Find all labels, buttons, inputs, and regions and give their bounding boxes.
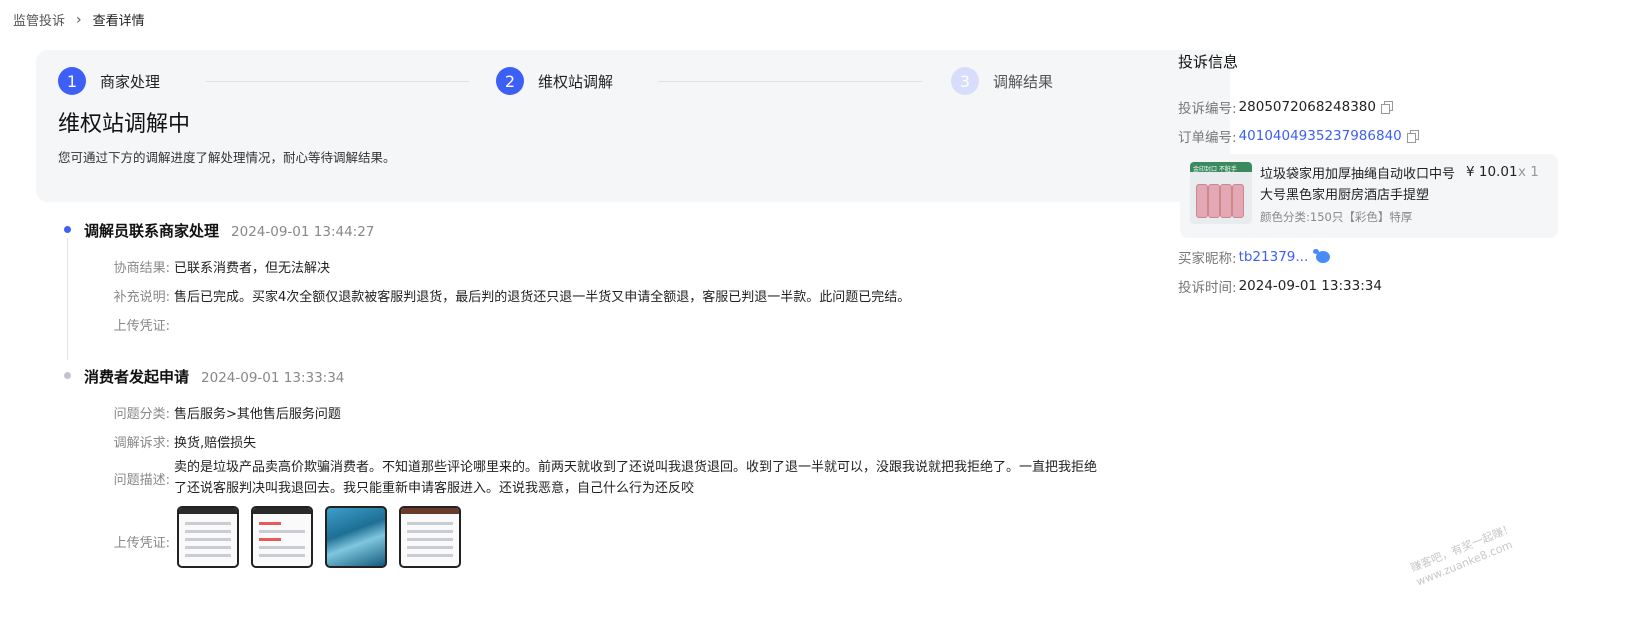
step-number: 1 <box>58 67 86 95</box>
product-name[interactable]: 垃圾袋家用加厚抽绳自动收口中号大号黑色家用厨房酒店手提塑 <box>1260 164 1456 206</box>
field-value: 卖的是垃圾产品卖高价欺骗消费者。不知道那些评论哪里来的。前两天就收到了还说叫我退… <box>174 460 1098 496</box>
breadcrumb-separator: › <box>76 11 82 28</box>
event-time: 2024-09-01 13:33:34 <box>201 370 345 386</box>
order-number-row: 订单编号: 4010404935237986840 <box>1178 126 1419 146</box>
buyer-row: 买家昵称: tb21379... <box>1178 247 1331 267</box>
timeline-dot-active <box>64 226 71 233</box>
field-key: 买家昵称: <box>1178 251 1237 267</box>
watermark: 赚客吧，有奖一起赚！ www.zuanke8.com <box>1408 520 1521 589</box>
field-key: 上传凭证: <box>113 536 170 551</box>
field-key: 问题描述: <box>113 472 170 488</box>
field-value: 换货,赔偿损失 <box>174 436 257 451</box>
evidence-thumbnails <box>177 506 461 568</box>
step-connector <box>658 81 922 82</box>
step-result: 3 调解结果 <box>951 67 1053 95</box>
step-label: 维权站调解 <box>538 72 614 91</box>
breadcrumb: 监管投诉 › 查看详情 <box>13 10 145 30</box>
breadcrumb-parent-link[interactable]: 监管投诉 <box>13 10 65 29</box>
evidence-image[interactable] <box>177 506 239 568</box>
field-evidence: 上传凭证: <box>110 532 174 551</box>
order-number-link[interactable]: 4010404935237986840 <box>1239 128 1402 144</box>
step-mediation: 2 维权站调解 <box>496 67 613 95</box>
breadcrumb-current: 查看详情 <box>92 14 145 29</box>
status-description: 您可通过下方的调解进度了解处理情况，耐心等待调解结果。 <box>58 150 396 165</box>
timeline-entry-title: 调解员联系商家处理 2024-09-01 13:44:27 <box>84 220 374 241</box>
product-card[interactable]: 金印封口 不脏手 垃圾袋家用加厚抽绳自动收口中号大号黑色家用厨房酒店手提塑 ¥ … <box>1180 154 1558 238</box>
product-attribute: 颜色分类:150只【彩色】特厚 <box>1260 210 1413 224</box>
field-key: 投诉时间: <box>1178 280 1237 296</box>
field-key: 补充说明: <box>113 290 170 305</box>
timeline-dot <box>64 372 71 379</box>
complaint-time-row: 投诉时间: 2024-09-01 13:33:34 <box>1178 276 1382 296</box>
step-label: 商家处理 <box>100 72 161 91</box>
field-value: 售后服务>其他售后服务问题 <box>174 407 341 422</box>
step-number: 3 <box>951 67 979 95</box>
field-category: 问题分类: 售后服务>其他售后服务问题 <box>110 403 341 422</box>
field-key: 协商结果: <box>113 261 170 276</box>
field-supplement: 补充说明: 售后已完成。买家4次全额仅退款被客服判退货，最后判的退货还只退一半货… <box>110 286 911 305</box>
product-quantity: x 1 <box>1518 164 1539 180</box>
field-key: 投诉编号: <box>1178 101 1237 117</box>
field-problem-description: 问题描述: 卖的是垃圾产品卖高价欺骗消费者。不知道那些评论哪里来的。前两天就收到… <box>110 457 1109 499</box>
field-evidence: 上传凭证: <box>110 315 174 334</box>
evidence-image[interactable] <box>399 506 461 568</box>
chat-icon[interactable] <box>1313 249 1331 263</box>
complaint-time: 2024-09-01 13:33:34 <box>1238 278 1382 294</box>
event-title: 消费者发起申请 <box>84 368 190 386</box>
copy-icon[interactable] <box>1406 130 1419 143</box>
complaint-number-row: 投诉编号: 2805072068248380 <box>1178 97 1393 117</box>
field-key: 上传凭证: <box>113 319 170 334</box>
field-demand: 调解诉求: 换货,赔偿损失 <box>110 432 257 451</box>
copy-icon[interactable] <box>1381 101 1393 114</box>
step-connector <box>206 81 469 82</box>
step-merchant-handle: 1 商家处理 <box>58 67 160 95</box>
step-number: 2 <box>496 67 524 95</box>
buyer-nickname-link[interactable]: tb21379... <box>1239 249 1309 265</box>
product-price: ¥ 10.01 <box>1466 164 1518 180</box>
event-time: 2024-09-01 13:44:27 <box>231 224 375 240</box>
evidence-image[interactable] <box>251 506 313 568</box>
timeline-line <box>67 238 68 360</box>
progress-card: 1 商家处理 2 维权站调解 3 调解结果 维权站调解中 您可通过下方的调解进度… <box>36 50 1230 202</box>
evidence-image[interactable] <box>325 506 387 568</box>
status-title: 维权站调解中 <box>58 112 191 137</box>
timeline-entry-title: 消费者发起申请 2024-09-01 13:33:34 <box>84 366 344 387</box>
field-value: 售后已完成。买家4次全额仅退款被客服判退货，最后判的退货还只退一半货又申请全额退… <box>174 290 911 305</box>
field-value: 已联系消费者，但无法解决 <box>174 261 331 276</box>
step-label: 调解结果 <box>993 72 1054 91</box>
field-key: 问题分类: <box>113 407 170 422</box>
field-key: 订单编号: <box>1178 130 1237 146</box>
panel-title: 投诉信息 <box>1178 53 1239 71</box>
field-negotiation-result: 协商结果: 已联系消费者，但无法解决 <box>110 257 330 276</box>
complaint-number: 2805072068248380 <box>1238 99 1376 115</box>
event-title: 调解员联系商家处理 <box>84 222 220 240</box>
product-image[interactable]: 金印封口 不脏手 <box>1190 162 1252 224</box>
product-image-banner: 金印封口 不脏手 <box>1193 166 1237 173</box>
field-key: 调解诉求: <box>113 436 170 451</box>
